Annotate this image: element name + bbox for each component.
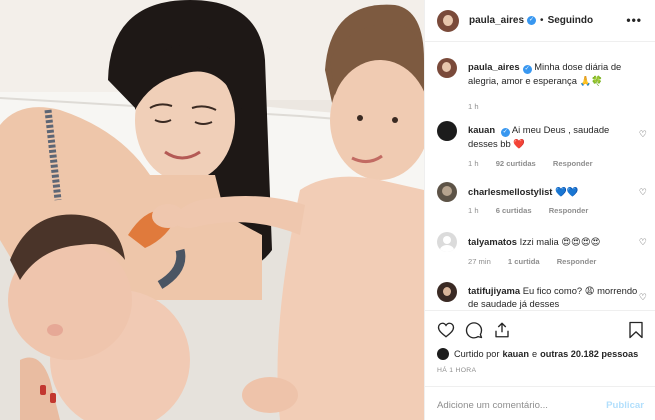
photo-illustration — [0, 0, 424, 420]
bookmark-icon[interactable] — [628, 321, 644, 341]
comment-emoji: 😍😍😍😍 — [561, 236, 601, 247]
comment-text: Izzi malia — [519, 236, 559, 247]
comment-text-block: kauan ✓ Ai meu Deus , saudade desses bb … — [468, 123, 638, 150]
more-options-icon[interactable]: ••• — [626, 13, 642, 27]
comment-meta: 27 min 1 curtida Responder — [468, 257, 611, 266]
comment-time: 1 h — [468, 206, 479, 215]
post-header: paula_aires ✓ • Seguindo ••• — [425, 0, 655, 42]
caption-meta: 1 h — [468, 102, 494, 111]
comment-emoji: 💙💙 — [555, 186, 579, 197]
comment-input[interactable]: Adicione um comentário... — [437, 400, 548, 411]
reply-button[interactable]: Responder — [557, 257, 597, 266]
comment-emoji: ❤️ — [513, 138, 526, 149]
liker-avatar[interactable] — [437, 348, 449, 360]
comment-icon[interactable] — [465, 321, 483, 339]
comment-like-heart-icon[interactable]: ♡ — [639, 292, 647, 303]
reply-button[interactable]: Responder — [549, 206, 589, 215]
comment-meta: 1 h 6 curtidas Responder — [468, 206, 603, 215]
post-timestamp[interactable]: HÁ 1 HORA — [437, 367, 476, 374]
comment-likes-count[interactable]: 6 curtidas — [496, 206, 532, 215]
add-comment-bar: Adicione um comentário... Publicar — [425, 386, 655, 420]
share-icon[interactable] — [493, 321, 511, 339]
caption-emojis: 🙏🍀 — [579, 75, 603, 86]
comment-text-block: talyamatos Izzi malia 😍😍😍😍 — [468, 235, 638, 248]
author-username[interactable]: paula_aires — [469, 15, 524, 26]
commenter-avatar[interactable] — [437, 182, 457, 202]
comment-text: Eu fico como? — [522, 285, 583, 296]
comment-item: kauan ✓ Ai meu Deus , saudade desses bb … — [437, 121, 649, 171]
comment-item: charlesmellostylist 💙💙 1 h 6 curtidas Re… — [437, 182, 649, 222]
comment-like-heart-icon[interactable]: ♡ — [639, 129, 647, 140]
caption: paula_aires ✓ Minha dose diária de alegri… — [437, 58, 649, 111]
commenter-avatar[interactable] — [437, 121, 457, 141]
heart-icon[interactable] — [437, 321, 455, 339]
author-avatar[interactable] — [437, 9, 459, 32]
comment-like-heart-icon[interactable]: ♡ — [639, 237, 647, 248]
comment-like-heart-icon[interactable]: ♡ — [639, 187, 647, 198]
comment-emoji: 😩 — [584, 285, 595, 296]
post-actions: Curtido por kauan e outras 20.182 pessoa… — [425, 310, 655, 420]
comment-text-block: tatifujiyama Eu fico como? 😩 morrendo de… — [468, 284, 638, 310]
verified-badge-icon: ✓ — [500, 128, 510, 137]
caption-time: 1 h — [468, 102, 479, 111]
liker-username[interactable]: kauan — [502, 349, 529, 359]
commenter-avatar[interactable] — [437, 282, 457, 302]
post-photo[interactable] — [0, 0, 424, 420]
comment-username[interactable]: talyamatos — [468, 236, 517, 247]
commenter-avatar[interactable] — [437, 232, 457, 252]
verified-badge-icon: ✓ — [527, 16, 537, 25]
reply-button[interactable]: Responder — [553, 159, 593, 168]
likes-summary[interactable]: Curtido por kauan e outras 20.182 pessoa… — [437, 348, 641, 360]
header-separator: • — [540, 15, 544, 26]
verified-badge-icon: ✓ — [522, 65, 532, 74]
comment-username[interactable]: charlesmellostylist — [468, 186, 552, 197]
likes-prefix: Curtido por — [454, 349, 500, 359]
instagram-post: paula_aires ✓ • Seguindo ••• paula_aires… — [0, 0, 655, 420]
comment-time: 27 min — [468, 257, 491, 266]
comment-item: tatifujiyama Eu fico como? 😩 morrendo de… — [437, 282, 649, 310]
likes-conjunction: e — [532, 349, 538, 359]
comment-username[interactable]: tatifujiyama — [468, 285, 520, 296]
comment-username[interactable]: kauan — [468, 124, 495, 135]
comment-text-block: charlesmellostylist 💙💙 — [468, 185, 638, 198]
post-side-panel: paula_aires ✓ • Seguindo ••• paula_aires… — [424, 0, 655, 420]
comment-time: 1 h — [468, 159, 479, 168]
comment-meta: 1 h 92 curtidas Responder — [468, 159, 608, 168]
publish-button[interactable]: Publicar — [606, 400, 644, 411]
action-icons-row — [437, 321, 511, 339]
comment-likes-count[interactable]: 1 curtida — [508, 257, 540, 266]
comment-likes-count[interactable]: 92 curtidas — [496, 159, 536, 168]
caption-username[interactable]: paula_aires — [468, 61, 520, 72]
likes-others-count[interactable]: outras 20.182 pessoas — [540, 349, 638, 359]
caption-avatar[interactable] — [437, 58, 457, 78]
comment-item: talyamatos Izzi malia 😍😍😍😍 27 min 1 curt… — [437, 232, 649, 272]
comments-list[interactable]: paula_aires ✓ Minha dose diária de alegri… — [425, 54, 655, 310]
follow-status-button[interactable]: Seguindo — [548, 15, 594, 26]
caption-text-block: paula_aires ✓ Minha dose diária de alegri… — [468, 60, 638, 87]
